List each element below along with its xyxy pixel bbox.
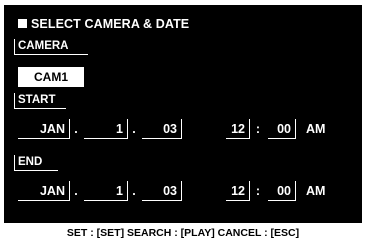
end-date-separator-2: . xyxy=(132,184,136,198)
end-hour-field[interactable]: 12 xyxy=(226,181,250,201)
end-day-field[interactable]: 1 xyxy=(84,181,128,201)
dialog-title-text: SELECT CAMERA & DATE xyxy=(31,17,190,31)
start-time-separator: : xyxy=(255,122,261,136)
camera-section-label: CAMERA xyxy=(14,39,88,55)
end-time-separator: : xyxy=(255,184,261,198)
start-date-separator-1: . xyxy=(74,122,78,136)
start-date-separator-2: . xyxy=(132,122,136,136)
start-year-field[interactable]: 03 xyxy=(142,119,182,139)
end-month-field[interactable]: JAN xyxy=(18,181,70,201)
camera-date-dialog: SELECT CAMERA & DATE CAMERA CAM1 START J… xyxy=(4,5,362,243)
end-ampm-field[interactable]: AM xyxy=(306,181,325,201)
end-date-separator-1: . xyxy=(74,184,78,198)
end-section-label: END xyxy=(14,155,58,171)
start-minute-field[interactable]: 00 xyxy=(268,119,296,139)
title-square-icon xyxy=(18,19,27,28)
start-ampm-field[interactable]: AM xyxy=(306,119,325,139)
end-year-field[interactable]: 03 xyxy=(142,181,182,201)
dialog-title: SELECT CAMERA & DATE xyxy=(18,17,189,31)
start-month-field[interactable]: JAN xyxy=(18,119,70,139)
camera-select[interactable]: CAM1 xyxy=(18,67,84,87)
start-hour-field[interactable]: 12 xyxy=(226,119,250,139)
end-minute-field[interactable]: 00 xyxy=(268,181,296,201)
key-help-bar: SET : [SET] SEARCH : [PLAY] CANCEL : [ES… xyxy=(4,223,362,243)
start-section-label: START xyxy=(14,93,66,109)
start-day-field[interactable]: 1 xyxy=(84,119,128,139)
